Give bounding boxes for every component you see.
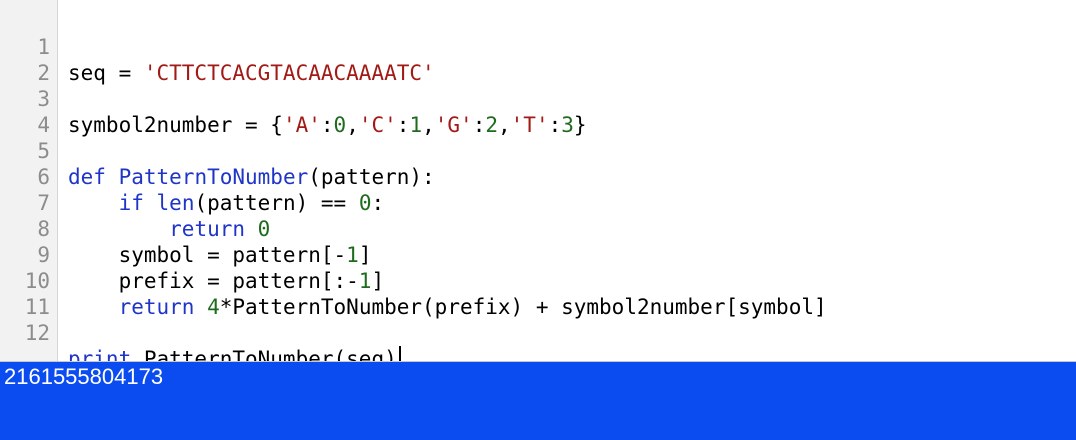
code-line-12[interactable]: 12 print PatternToNumber(seq) <box>0 294 1076 361</box>
output-console[interactable]: 2161555804173 <box>0 362 1076 440</box>
code-line-4[interactable]: 4 <box>0 86 1076 137</box>
code-line-7[interactable]: 7 return 0 <box>0 164 1076 241</box>
code-line-1[interactable]: 1 seq = 'CTTCTCACGTACAACAAAATC' <box>0 8 1076 85</box>
code-line-3[interactable]: 3 symbol2number = {'A':0,'C':1,'G':2,'T'… <box>0 60 1076 137</box>
code-line-9[interactable]: 9 prefix = pattern[:-1] <box>0 216 1076 293</box>
code-line-5[interactable]: 5 def PatternToNumber(pattern): <box>0 112 1076 189</box>
code-line-6[interactable]: 6 if len(pattern) == 0: <box>0 138 1076 215</box>
output-text: 2161555804173 <box>4 364 164 389</box>
code-text[interactable]: print PatternToNumber(seq) <box>68 346 401 361</box>
code-editor[interactable]: 1 seq = 'CTTCTCACGTACAACAAAATC' 2 3 symb… <box>0 0 1076 362</box>
code-line-10[interactable]: 10 return 4*PatternToNumber(prefix) + sy… <box>0 242 1076 319</box>
code-line-11[interactable]: 11 <box>0 268 1076 319</box>
code-line-8[interactable]: 8 symbol = pattern[-1] <box>0 190 1076 267</box>
text-cursor <box>398 346 401 361</box>
code-line-2[interactable]: 2 <box>0 34 1076 85</box>
line-number: 12 <box>24 321 50 345</box>
